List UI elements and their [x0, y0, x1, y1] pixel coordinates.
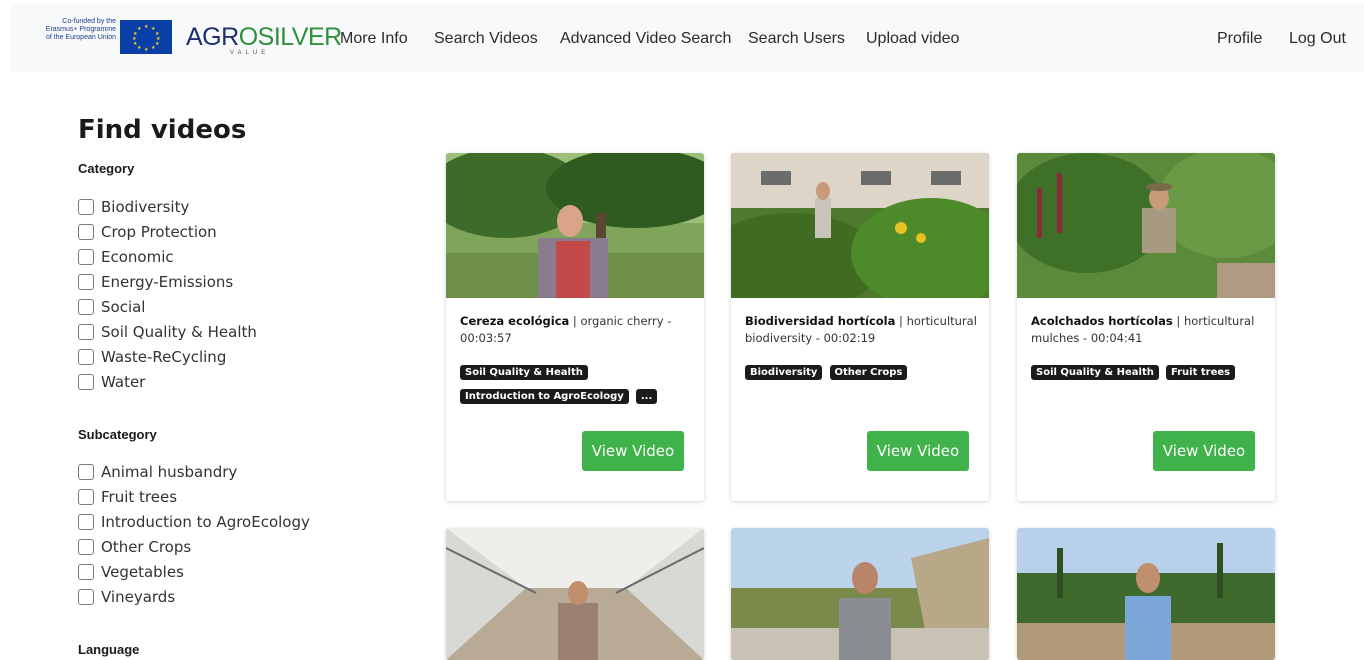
video-card — [731, 528, 989, 660]
eu-text-line-2: Erasmus+ Programme — [45, 26, 116, 33]
video-card — [1017, 528, 1275, 660]
checkbox[interactable] — [78, 514, 94, 530]
top-navbar: Co-funded by the Erasmus+ Programme of t… — [10, 4, 1364, 72]
subcategory-option-animal-husbandry[interactable]: Animal husbandry — [78, 462, 237, 482]
video-card: Acolchados hortícolas | horticultural mu… — [1017, 153, 1275, 501]
language-label: Language — [78, 642, 140, 657]
tag-badge: Biodiversity — [745, 365, 823, 380]
video-thumbnail[interactable] — [731, 528, 989, 660]
category-option-economic[interactable]: Economic — [78, 247, 174, 267]
checkbox[interactable] — [78, 274, 94, 290]
checkbox[interactable] — [78, 324, 94, 340]
subcategory-option-vineyards[interactable]: Vineyards — [78, 587, 175, 607]
video-thumbnail[interactable] — [1017, 528, 1275, 660]
nav-search-users[interactable]: Search Users — [748, 30, 845, 48]
video-thumbnail[interactable] — [731, 153, 989, 298]
checkbox-label: Fruit trees — [101, 488, 178, 506]
tag-badge: Other Crops — [829, 365, 908, 380]
checkbox-label: Economic — [101, 248, 174, 266]
video-title-bold: Biodiversidad hortícola — [745, 314, 896, 328]
checkbox-label: Soil Quality & Health — [101, 323, 257, 341]
checkbox-label: Biodiversity — [101, 198, 190, 216]
checkbox[interactable] — [78, 199, 94, 215]
checkbox[interactable] — [78, 464, 94, 480]
subcategory-label: Subcategory — [78, 427, 157, 442]
checkbox[interactable] — [78, 374, 94, 390]
video-thumbnail[interactable] — [1017, 153, 1275, 298]
video-title: Cereza ecológica | organic cherry - 00:0… — [460, 313, 692, 347]
subcategory-option-fruit-trees[interactable]: Fruit trees — [78, 487, 177, 507]
category-option-waste-recycling[interactable]: Waste-ReCycling — [78, 347, 226, 367]
checkbox-label: Vegetables — [101, 563, 184, 581]
view-video-button[interactable]: View Video — [582, 431, 684, 471]
checkbox[interactable] — [78, 249, 94, 265]
video-title-bold: Cereza ecológica — [460, 314, 570, 328]
checkbox-label: Other Crops — [101, 538, 192, 556]
nav-more-info[interactable]: More Info — [340, 30, 408, 48]
subcategory-option-intro-agroecology[interactable]: Introduction to AgroEcology — [78, 512, 310, 532]
nav-advanced-video-search[interactable]: Advanced Video Search — [560, 30, 731, 48]
tag-more-badge[interactable]: ... — [635, 389, 658, 404]
eu-cofunding-text: Co-funded by the Erasmus+ Programme of t… — [10, 18, 116, 42]
category-option-water[interactable]: Water — [78, 372, 145, 392]
category-option-social[interactable]: Social — [78, 297, 145, 317]
category-option-energy-emissions[interactable]: Energy-Emissions — [78, 272, 233, 292]
checkbox-label: Waste-ReCycling — [101, 348, 227, 366]
subcategory-option-vegetables[interactable]: Vegetables — [78, 562, 184, 582]
logo-text-agr: AGR — [186, 23, 239, 51]
tag-badge: Soil Quality & Health — [1031, 365, 1159, 380]
nav-search-videos[interactable]: Search Videos — [434, 30, 538, 48]
checkbox-label: Animal husbandry — [101, 463, 238, 481]
checkbox-label: Water — [101, 373, 146, 391]
checkbox[interactable] — [78, 564, 94, 580]
video-title: Acolchados hortícolas | horticultural mu… — [1031, 313, 1263, 347]
category-label: Category — [78, 161, 135, 176]
video-card — [446, 528, 704, 660]
checkbox-label: Vineyards — [101, 588, 176, 606]
checkbox[interactable] — [78, 489, 94, 505]
eu-flag-logo: ★ ★ ★ ★ ★ ★ ★ ★ ★ ★ ★ ★ — [120, 20, 172, 54]
logo-text-silver: SILVER — [257, 23, 343, 51]
page-title: Find videos — [78, 115, 247, 145]
nav-log-out[interactable]: Log Out — [1289, 30, 1346, 48]
video-tags: Soil Quality & Health Introduction to Ag… — [460, 360, 692, 408]
checkbox-label: Crop Protection — [101, 223, 217, 241]
eu-text-line-3: of the European Union — [45, 34, 116, 41]
checkbox[interactable] — [78, 589, 94, 605]
category-option-soil-quality[interactable]: Soil Quality & Health — [78, 322, 257, 342]
video-title-bold: Acolchados hortícolas — [1031, 314, 1173, 328]
tag-badge: Fruit trees — [1165, 365, 1236, 380]
category-option-crop-protection[interactable]: Crop Protection — [78, 222, 217, 242]
checkbox[interactable] — [78, 349, 94, 365]
video-title: Biodiversidad hortícola | horticultural … — [745, 313, 977, 347]
logo-subtext: VALUE — [230, 50, 270, 56]
checkbox-label: Introduction to AgroEcology — [101, 513, 310, 531]
category-option-biodiversity[interactable]: Biodiversity — [78, 197, 189, 217]
agrosilver-logo[interactable]: AGROSILVER VALUE — [186, 24, 342, 58]
eu-text-line-1: Co-funded by the — [62, 18, 116, 25]
video-card: Cereza ecológica | organic cherry - 00:0… — [446, 153, 704, 501]
video-thumbnail[interactable] — [446, 153, 704, 298]
tag-badge: Soil Quality & Health — [460, 365, 588, 380]
view-video-button[interactable]: View Video — [1153, 431, 1255, 471]
checkbox[interactable] — [78, 539, 94, 555]
logo-text-o: O — [238, 23, 258, 51]
checkbox[interactable] — [78, 224, 94, 240]
video-tags: Soil Quality & Health Fruit trees — [1031, 360, 1263, 384]
subcategory-option-other-crops[interactable]: Other Crops — [78, 537, 191, 557]
video-thumbnail[interactable] — [446, 528, 704, 660]
nav-profile[interactable]: Profile — [1217, 30, 1262, 48]
tag-badge: Introduction to AgroEcology — [460, 389, 629, 404]
checkbox-label: Energy-Emissions — [101, 273, 234, 291]
checkbox[interactable] — [78, 299, 94, 315]
view-video-button[interactable]: View Video — [867, 431, 969, 471]
nav-upload-video[interactable]: Upload video — [866, 30, 959, 48]
video-tags: Biodiversity Other Crops — [745, 360, 977, 384]
video-card: Biodiversidad hortícola | horticultural … — [731, 153, 989, 501]
checkbox-label: Social — [101, 298, 146, 316]
